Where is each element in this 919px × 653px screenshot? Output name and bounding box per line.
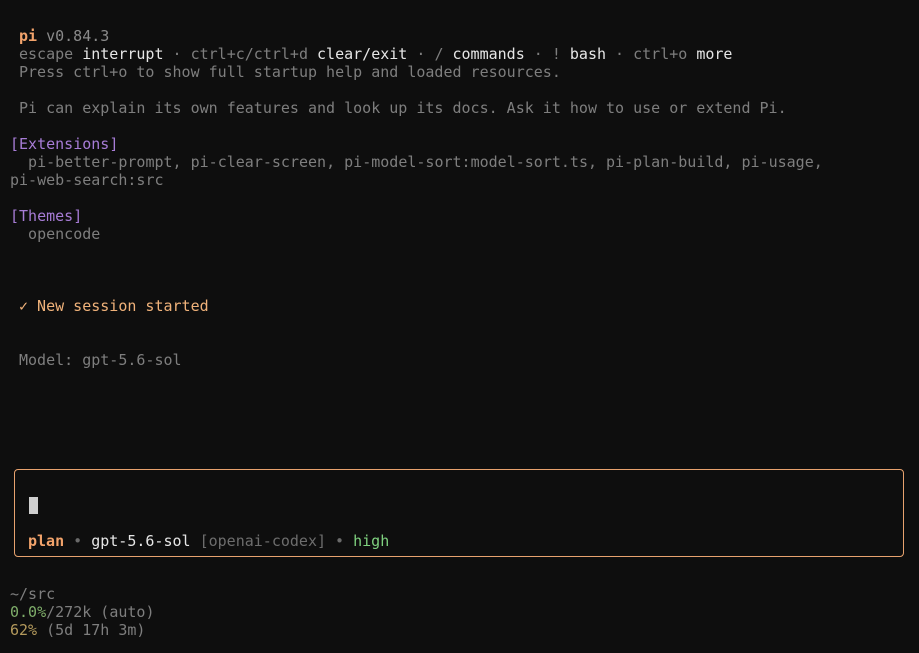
quota-usage: 62% (5d 17h 3m)	[10, 621, 145, 639]
shortcut-key-commands: /	[434, 45, 444, 63]
usage-percent: 62%	[10, 621, 38, 639]
shortcut-key-bash: !	[551, 45, 561, 63]
shortcut-key-more: ctrl+o	[633, 45, 688, 63]
model-line: Model: gpt-5.6-sol	[19, 351, 182, 369]
shortcut-separator: ·	[163, 45, 191, 63]
shortcut-separator: ·	[524, 45, 552, 63]
shortcut-action-commands: commands	[452, 45, 525, 63]
extensions-list-line-2: pi-web-search:src	[10, 171, 164, 189]
text-cursor	[29, 497, 38, 514]
context-usage: 0.0%/272k (auto)	[10, 603, 155, 621]
themes-value: opencode	[10, 225, 101, 243]
status-bullet: •	[326, 532, 354, 550]
themes-heading: [Themes]	[10, 207, 83, 225]
usage-reset-time: (5d 17h 3m)	[37, 621, 146, 639]
mode-label: plan	[28, 532, 65, 550]
shortcut-separator: ·	[407, 45, 435, 63]
context-limit: /272k (auto)	[46, 603, 155, 621]
cwd-path: ~/src	[10, 585, 56, 603]
extensions-heading: [Extensions]	[10, 135, 119, 153]
shortcut-hints: escape interrupt · ctrl+c/ctrl+d clear/e…	[19, 45, 732, 63]
app-name: pi	[19, 27, 38, 45]
editor-status-line: plan • gpt-5.6-sol [openai-codex] • high	[28, 532, 389, 550]
session-started-message: ✓ New session started	[19, 297, 209, 315]
prompt-editor[interactable]: plan • gpt-5.6-sol [openai-codex] • high	[14, 469, 904, 557]
app-version: v0.84.3	[46, 27, 110, 45]
app-title-line: pi v0.84.3	[19, 27, 109, 45]
extensions-list-line-1: pi-better-prompt, pi-clear-screen, pi-mo…	[10, 153, 823, 171]
status-bullet: •	[64, 532, 92, 550]
thinking-level: high	[353, 532, 390, 550]
intro-text: Pi can explain its own features and look…	[19, 99, 787, 117]
help-hint: Press ctrl+o to show full startup help a…	[19, 63, 561, 81]
shortcut-key-clear: ctrl+c/ctrl+d	[190, 45, 308, 63]
shortcut-key-escape: escape	[19, 45, 74, 63]
shortcut-action-bash: bash	[569, 45, 607, 63]
model-name: gpt-5.6-sol	[91, 532, 191, 550]
shortcut-separator: ·	[606, 45, 634, 63]
shortcut-action-more: more	[696, 45, 733, 63]
shortcut-action-interrupt: interrupt	[82, 45, 164, 63]
provider-name: [openai-codex]	[199, 532, 327, 550]
context-percent: 0.0%	[10, 603, 47, 621]
shortcut-action-clear: clear/exit	[317, 45, 408, 63]
